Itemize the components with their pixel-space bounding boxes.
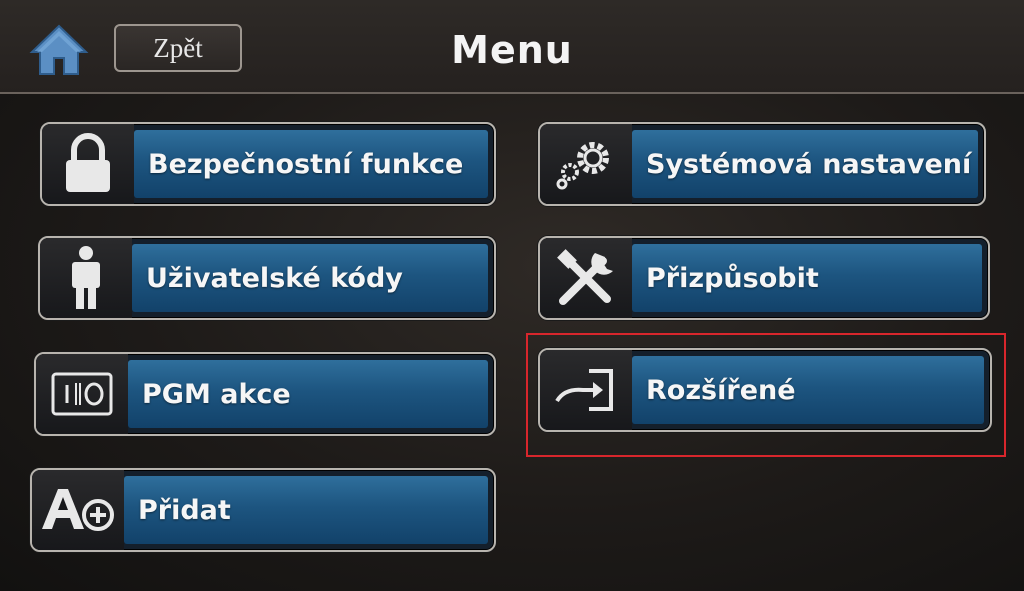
menu-screen: Zpět Menu Bezpečnostní funkce Uživatelsk… xyxy=(0,0,1024,591)
back-button[interactable]: Zpět xyxy=(114,24,242,72)
pgm-switch-icon xyxy=(51,372,113,416)
menu-item-label: Přizpůsobit xyxy=(632,244,982,312)
menu-item-label: Systémová nastavení xyxy=(632,130,978,198)
enter-icon xyxy=(555,369,613,411)
menu-item-rozsirene[interactable]: Rozšířené xyxy=(538,348,992,432)
menu-item-label: Rozšířené xyxy=(632,356,984,424)
header-bar: Zpět Menu xyxy=(0,0,1024,94)
menu-item-label: Bezpečnostní funkce xyxy=(134,130,488,198)
menu-item-systemova-nastaveni[interactable]: Systémová nastavení xyxy=(538,122,986,206)
add-icon xyxy=(42,489,114,531)
menu-item-label: Přidat xyxy=(124,476,488,544)
user-icon xyxy=(72,246,100,309)
menu-item-uzivatelske-kody[interactable]: Uživatelské kódy xyxy=(38,236,496,320)
home-button[interactable] xyxy=(28,22,90,78)
menu-item-label: PGM akce xyxy=(128,360,488,428)
home-icon xyxy=(29,24,89,75)
tools-icon xyxy=(557,249,613,305)
menu-item-bezpecnostni-funkce[interactable]: Bezpečnostní funkce xyxy=(40,122,496,206)
menu-item-pgm-akce[interactable]: PGM akce xyxy=(34,352,496,436)
gears-icon xyxy=(556,142,609,190)
menu-item-prizpusobit[interactable]: Přizpůsobit xyxy=(538,236,990,320)
lock-icon xyxy=(66,133,110,192)
menu-item-pridat[interactable]: Přidat xyxy=(30,468,496,552)
menu-item-label: Uživatelské kódy xyxy=(132,244,488,312)
